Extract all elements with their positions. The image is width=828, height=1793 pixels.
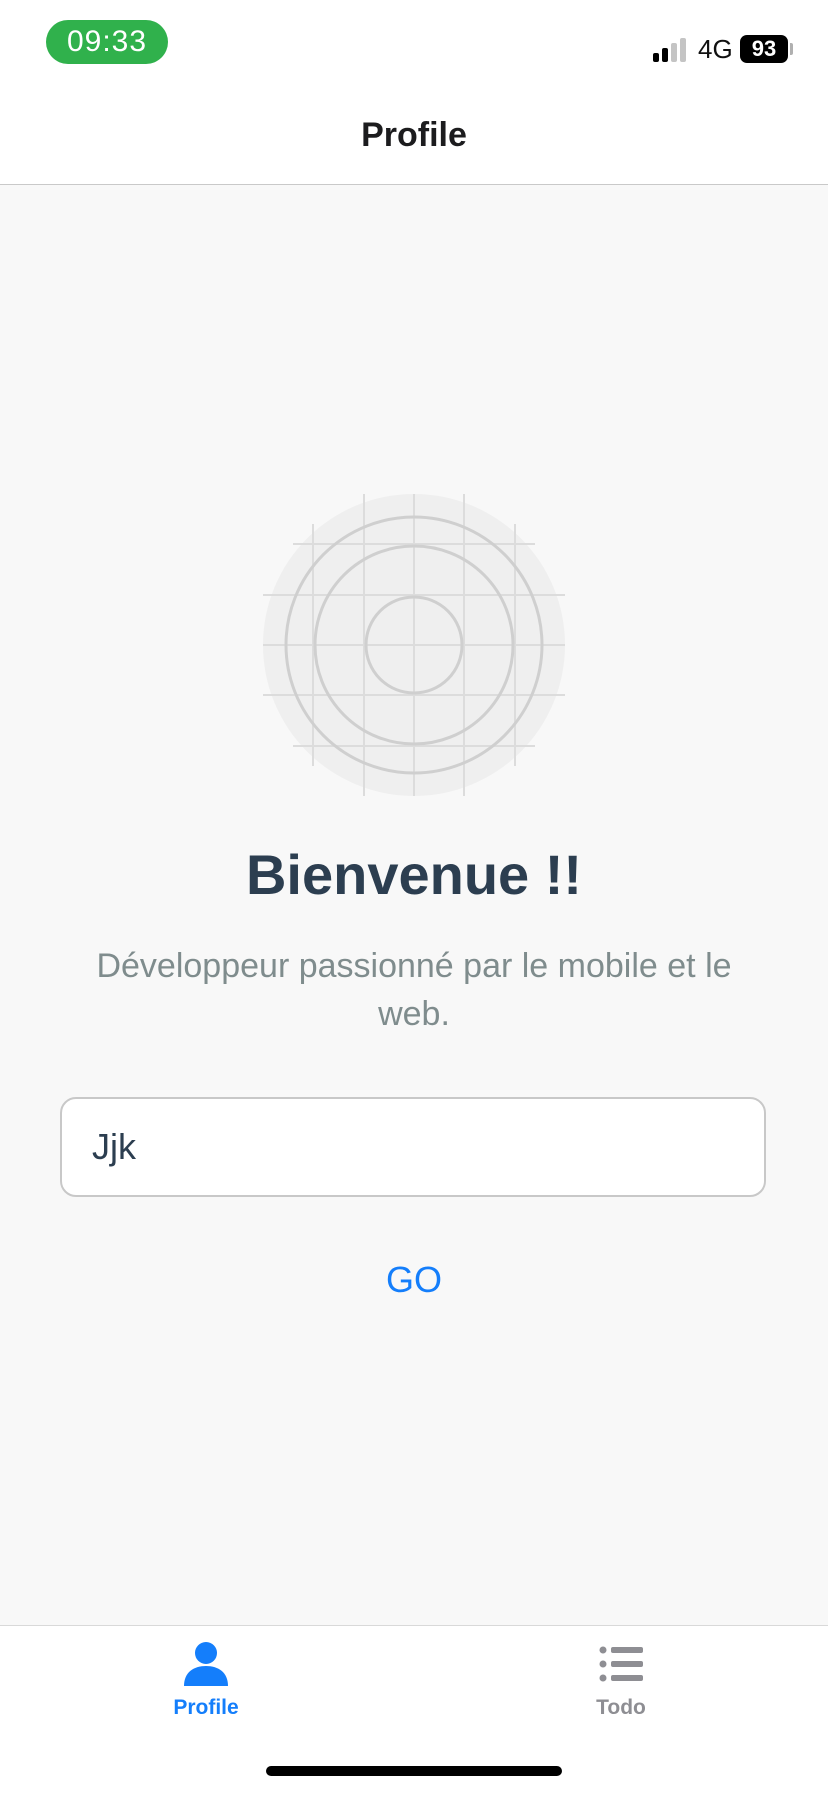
- status-time[interactable]: 09:33: [46, 20, 168, 64]
- page-title: Profile: [361, 116, 467, 154]
- battery-icon: 93: [740, 35, 788, 63]
- status-bar: 09:33 4G 93: [0, 0, 828, 92]
- welcome-subtitle: Développeur passionné par le mobile et l…: [96, 947, 732, 1033]
- tab-todo[interactable]: Todo: [541, 1640, 701, 1730]
- name-input[interactable]: [60, 1097, 766, 1197]
- list-icon: [599, 1646, 643, 1682]
- nav-header: Profile: [0, 92, 828, 185]
- tab-label: Todo: [596, 1696, 646, 1719]
- tab-label: Profile: [173, 1696, 239, 1719]
- welcome-title: Bienvenue !!: [245, 843, 583, 906]
- battery-tip: [790, 43, 793, 55]
- tab-profile[interactable]: Profile: [126, 1640, 286, 1730]
- person-icon: [184, 1642, 228, 1686]
- avatar: [263, 494, 565, 796]
- battery-level: 93: [751, 36, 777, 61]
- network-type: 4G: [698, 34, 733, 64]
- home-indicator[interactable]: [266, 1766, 562, 1776]
- go-button[interactable]: GO: [354, 1250, 474, 1310]
- signal-strength-icon: [653, 38, 689, 62]
- placeholder-grid-icon: [263, 494, 565, 796]
